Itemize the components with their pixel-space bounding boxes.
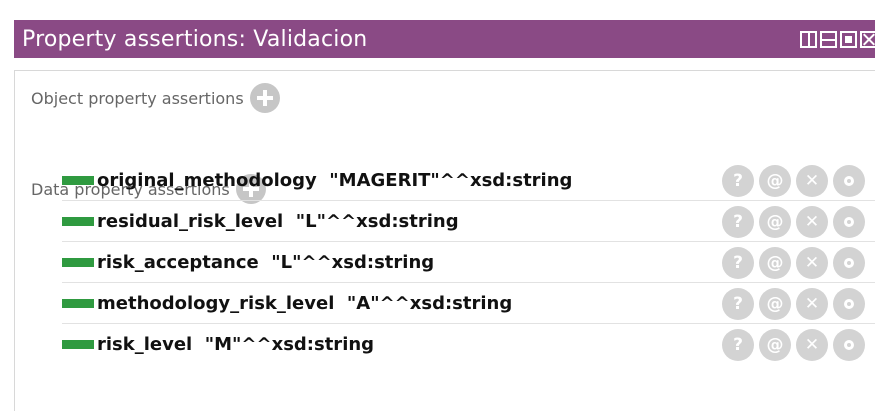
row-buttons: ? @ ✕ (722, 206, 865, 238)
explain-button[interactable]: ? (722, 329, 754, 361)
explain-button[interactable]: ? (722, 206, 754, 238)
list-item[interactable]: original_methodology "MAGERIT"^^xsd:stri… (62, 160, 875, 201)
split-horizontal-icon[interactable] (820, 31, 837, 48)
list-item[interactable]: methodology_risk_level "A"^^xsd:string ?… (62, 283, 875, 324)
data-property-icon (62, 175, 94, 185)
assertion-text: original_methodology "MAGERIT"^^xsd:stri… (97, 169, 573, 191)
delete-button[interactable]: ✕ (796, 206, 828, 238)
list-item[interactable]: risk_level "M"^^xsd:string ? @ ✕ (62, 324, 875, 365)
explain-button[interactable]: ? (722, 288, 754, 320)
row-buttons: ? @ ✕ (722, 165, 865, 197)
edit-button[interactable] (833, 288, 865, 320)
assertion-text: residual_risk_level "L"^^xsd:string (97, 210, 459, 232)
object-property-assertions-label: Object property assertions (31, 88, 244, 108)
edit-button[interactable] (833, 247, 865, 279)
property-assertions-view: Property assertions: Validacion Object p… (14, 20, 875, 411)
annotate-button[interactable]: @ (759, 288, 791, 320)
row-buttons: ? @ ✕ (722, 329, 865, 361)
view-title: Property assertions: Validacion (22, 26, 368, 52)
explain-button[interactable]: ? (722, 247, 754, 279)
object-property-assertions-header: Object property assertions (31, 83, 280, 113)
edit-button[interactable] (833, 165, 865, 197)
list-item[interactable]: risk_acceptance "L"^^xsd:string ? @ ✕ (62, 242, 875, 283)
window-controls (800, 31, 875, 48)
data-property-icon (62, 257, 94, 267)
add-object-property-assertion-button[interactable] (249, 83, 280, 113)
delete-button[interactable]: ✕ (796, 165, 828, 197)
assertion-text: risk_level "M"^^xsd:string (97, 334, 375, 355)
delete-button[interactable]: ✕ (796, 329, 828, 361)
assertion-text: risk_acceptance "L"^^xsd:string (97, 251, 435, 273)
list-item[interactable]: residual_risk_level "L"^^xsd:string ? @ … (62, 201, 875, 242)
explain-button[interactable]: ? (722, 165, 754, 197)
edit-button[interactable] (833, 206, 865, 238)
view-titlebar: Property assertions: Validacion (14, 20, 875, 58)
data-property-icon (62, 298, 94, 308)
maximize-icon[interactable] (840, 31, 857, 48)
row-buttons: ? @ ✕ (722, 247, 865, 279)
assertion-text: methodology_risk_level "A"^^xsd:string (97, 292, 513, 314)
annotate-button[interactable]: @ (759, 247, 791, 279)
data-property-icon (62, 216, 94, 226)
delete-button[interactable]: ✕ (796, 288, 828, 320)
annotate-button[interactable]: @ (759, 329, 791, 361)
data-property-assertions-list: original_methodology "MAGERIT"^^xsd:stri… (62, 160, 875, 365)
close-view-icon[interactable] (860, 31, 875, 48)
edit-button[interactable] (833, 329, 865, 361)
data-property-icon (62, 340, 94, 349)
annotate-button[interactable]: @ (759, 206, 791, 238)
row-buttons: ? @ ✕ (722, 288, 865, 320)
split-vertical-icon[interactable] (800, 31, 817, 48)
delete-button[interactable]: ✕ (796, 247, 828, 279)
annotate-button[interactable]: @ (759, 165, 791, 197)
